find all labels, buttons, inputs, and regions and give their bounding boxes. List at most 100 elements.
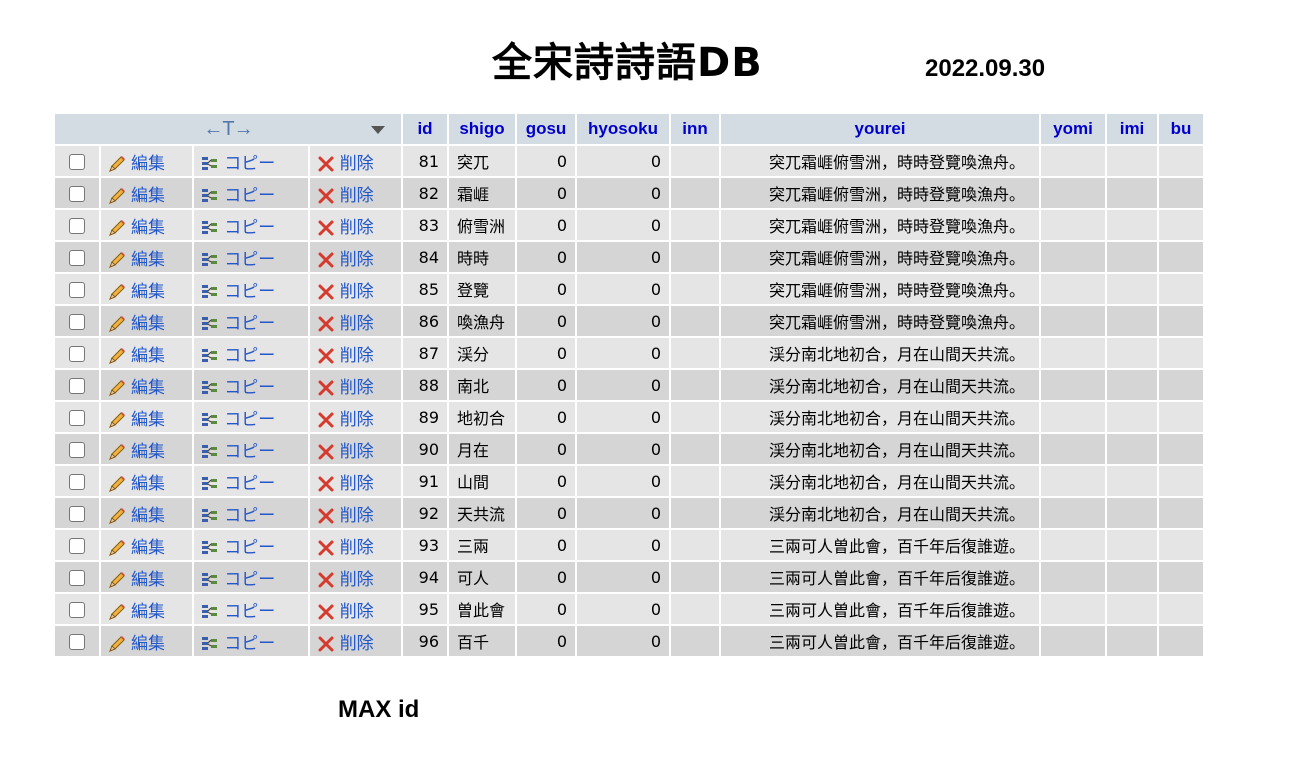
delete-action[interactable]: 削除 — [309, 434, 401, 464]
edit-action[interactable]: 編集 — [101, 594, 193, 624]
delete-action[interactable]: 削除 — [309, 498, 401, 528]
delete-action[interactable]: 削除 — [309, 370, 401, 400]
column-nav-arrows[interactable]: ←T→ — [203, 118, 253, 140]
delete-link[interactable]: 削除 — [316, 442, 374, 462]
edit-action[interactable]: 編集 — [101, 242, 193, 272]
delete-action[interactable]: 削除 — [309, 210, 401, 240]
delete-link[interactable]: 削除 — [316, 282, 374, 302]
delete-action[interactable]: 削除 — [309, 274, 401, 304]
copy-link[interactable]: コピー — [200, 186, 275, 206]
copy-link[interactable]: コピー — [200, 538, 275, 558]
column-header-id[interactable]: id — [403, 114, 447, 144]
row-checkbox[interactable] — [69, 154, 85, 170]
copy-action[interactable]: コピー — [194, 178, 308, 208]
delete-link[interactable]: 削除 — [316, 506, 374, 526]
copy-action[interactable]: コピー — [194, 626, 308, 656]
edit-link[interactable]: 編集 — [107, 314, 165, 334]
copy-link[interactable]: コピー — [200, 634, 275, 654]
row-checkbox[interactable] — [69, 346, 85, 362]
delete-action[interactable]: 削除 — [309, 178, 401, 208]
edit-action[interactable]: 編集 — [101, 274, 193, 304]
row-checkbox[interactable] — [69, 186, 85, 202]
delete-action[interactable]: 削除 — [309, 338, 401, 368]
edit-action[interactable]: 編集 — [101, 146, 193, 176]
delete-link[interactable]: 削除 — [316, 218, 374, 238]
column-header-yourei[interactable]: yourei — [721, 114, 1039, 144]
edit-link[interactable]: 編集 — [107, 218, 165, 238]
copy-link[interactable]: コピー — [200, 314, 275, 334]
copy-action[interactable]: コピー — [194, 370, 308, 400]
column-header-hyosoku[interactable]: hyosoku — [577, 114, 669, 144]
edit-link[interactable]: 編集 — [107, 282, 165, 302]
copy-link[interactable]: コピー — [200, 506, 275, 526]
edit-action[interactable]: 編集 — [101, 498, 193, 528]
row-checkbox[interactable] — [69, 218, 85, 234]
copy-action[interactable]: コピー — [194, 498, 308, 528]
column-header-gosu[interactable]: gosu — [517, 114, 575, 144]
edit-action[interactable]: 編集 — [101, 626, 193, 656]
row-checkbox[interactable] — [69, 282, 85, 298]
copy-link[interactable]: コピー — [200, 250, 275, 270]
edit-action[interactable]: 編集 — [101, 338, 193, 368]
column-header-shigo[interactable]: shigo — [449, 114, 515, 144]
copy-action[interactable]: コピー — [194, 146, 308, 176]
edit-link[interactable]: 編集 — [107, 538, 165, 558]
edit-link[interactable]: 編集 — [107, 474, 165, 494]
column-header-yomi[interactable]: yomi — [1041, 114, 1105, 144]
copy-action[interactable]: コピー — [194, 466, 308, 496]
copy-link[interactable]: コピー — [200, 346, 275, 366]
row-checkbox[interactable] — [69, 250, 85, 266]
edit-action[interactable]: 編集 — [101, 562, 193, 592]
row-checkbox[interactable] — [69, 570, 85, 586]
delete-link[interactable]: 削除 — [316, 474, 374, 494]
copy-action[interactable]: コピー — [194, 594, 308, 624]
delete-action[interactable]: 削除 — [309, 146, 401, 176]
row-checkbox[interactable] — [69, 314, 85, 330]
row-checkbox[interactable] — [69, 410, 85, 426]
copy-action[interactable]: コピー — [194, 530, 308, 560]
copy-action[interactable]: コピー — [194, 562, 308, 592]
edit-link[interactable]: 編集 — [107, 410, 165, 430]
delete-link[interactable]: 削除 — [316, 538, 374, 558]
edit-link[interactable]: 編集 — [107, 602, 165, 622]
edit-action[interactable]: 編集 — [101, 530, 193, 560]
row-checkbox[interactable] — [69, 634, 85, 650]
edit-link[interactable]: 編集 — [107, 378, 165, 398]
copy-link[interactable]: コピー — [200, 218, 275, 238]
edit-link[interactable]: 編集 — [107, 442, 165, 462]
copy-link[interactable]: コピー — [200, 378, 275, 398]
row-checkbox[interactable] — [69, 602, 85, 618]
copy-link[interactable]: コピー — [200, 442, 275, 462]
delete-action[interactable]: 削除 — [309, 530, 401, 560]
delete-link[interactable]: 削除 — [316, 346, 374, 366]
edit-link[interactable]: 編集 — [107, 506, 165, 526]
column-header-imi[interactable]: imi — [1107, 114, 1157, 144]
column-header-bu[interactable]: bu — [1159, 114, 1203, 144]
copy-link[interactable]: コピー — [200, 570, 275, 590]
row-checkbox[interactable] — [69, 442, 85, 458]
delete-link[interactable]: 削除 — [316, 602, 374, 622]
copy-action[interactable]: コピー — [194, 210, 308, 240]
delete-action[interactable]: 削除 — [309, 594, 401, 624]
delete-link[interactable]: 削除 — [316, 314, 374, 334]
delete-link[interactable]: 削除 — [316, 634, 374, 654]
copy-action[interactable]: コピー — [194, 338, 308, 368]
delete-link[interactable]: 削除 — [316, 410, 374, 430]
row-checkbox[interactable] — [69, 506, 85, 522]
edit-action[interactable]: 編集 — [101, 178, 193, 208]
copy-link[interactable]: コピー — [200, 282, 275, 302]
delete-link[interactable]: 削除 — [316, 154, 374, 174]
edit-action[interactable]: 編集 — [101, 210, 193, 240]
delete-action[interactable]: 削除 — [309, 242, 401, 272]
edit-link[interactable]: 編集 — [107, 250, 165, 270]
delete-action[interactable]: 削除 — [309, 402, 401, 432]
column-header-inn[interactable]: inn — [671, 114, 719, 144]
edit-link[interactable]: 編集 — [107, 346, 165, 366]
delete-action[interactable]: 削除 — [309, 562, 401, 592]
delete-action[interactable]: 削除 — [309, 306, 401, 336]
delete-link[interactable]: 削除 — [316, 570, 374, 590]
delete-link[interactable]: 削除 — [316, 186, 374, 206]
edit-link[interactable]: 編集 — [107, 154, 165, 174]
copy-link[interactable]: コピー — [200, 154, 275, 174]
dropdown-triangle-icon[interactable] — [371, 126, 385, 134]
